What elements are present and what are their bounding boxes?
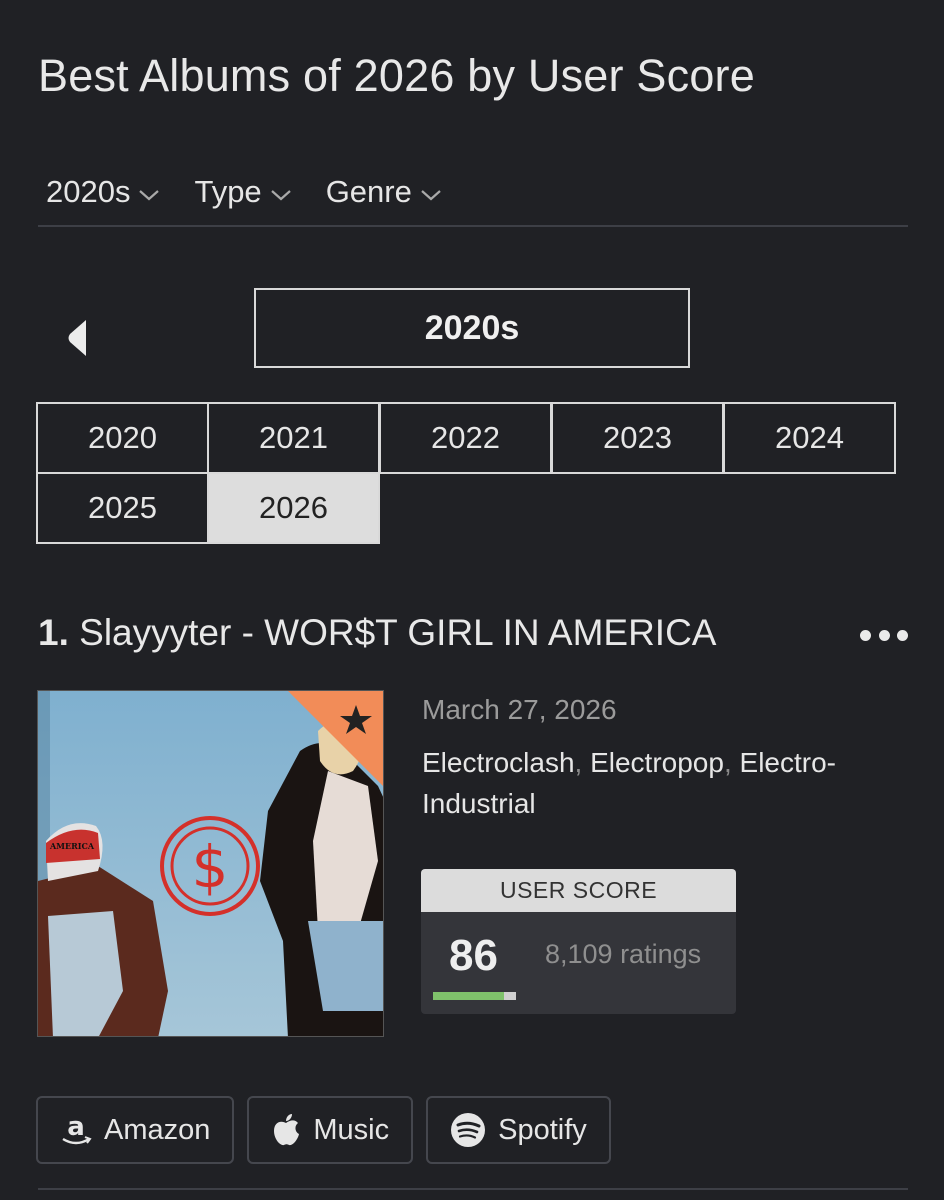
filter-decade-label: 2020s bbox=[46, 174, 131, 209]
amazon-label: Amazon bbox=[104, 1113, 211, 1146]
album-rank: 1. bbox=[38, 612, 69, 653]
filter-decade-dropdown[interactable]: 2020s bbox=[46, 170, 160, 214]
filter-genre-dropdown[interactable]: Genre bbox=[326, 170, 442, 214]
user-score-card[interactable]: USER SCORE 86 8,109 ratings bbox=[421, 869, 736, 1014]
streaming-links: a Amazon Music Spotify bbox=[36, 1096, 611, 1164]
amazon-button[interactable]: a Amazon bbox=[36, 1096, 235, 1164]
filter-bar: 2020s Type Genre bbox=[38, 170, 908, 227]
chevron-down-icon bbox=[421, 190, 441, 201]
svg-text:a: a bbox=[67, 1113, 85, 1142]
album-cover-art: AMERICA $ bbox=[38, 691, 383, 1036]
album-title-link[interactable]: 1. Slayyyter - WOR$T GIRL IN AMERICA bbox=[38, 612, 908, 654]
release-date: March 27, 2026 bbox=[422, 694, 617, 725]
filter-genre-label: Genre bbox=[325, 174, 412, 209]
year-2024[interactable]: 2024 bbox=[723, 402, 896, 474]
album-title: Slayyyter - WOR$T GIRL IN AMERICA bbox=[79, 612, 717, 653]
spotify-button[interactable]: Spotify bbox=[426, 1096, 611, 1164]
page-title: Best Albums of 2026 by User Score bbox=[38, 50, 755, 101]
album-cover-image[interactable]: AMERICA $ bbox=[37, 690, 384, 1037]
chevron-down-icon bbox=[270, 190, 291, 201]
more-horizontal-icon[interactable] bbox=[860, 622, 908, 648]
caret-left-icon[interactable] bbox=[62, 318, 92, 358]
filter-type-dropdown[interactable]: Type bbox=[194, 170, 291, 214]
year-2022[interactable]: 2022 bbox=[379, 402, 552, 474]
spotify-icon bbox=[451, 1113, 486, 1147]
cover-hat-text: AMERICA bbox=[49, 841, 95, 851]
apple-icon bbox=[274, 1114, 300, 1146]
cover-dollar-symbol: $ bbox=[192, 833, 229, 901]
genre-link[interactable]: Electroclash bbox=[422, 747, 575, 778]
spotify-label: Spotify bbox=[498, 1113, 587, 1146]
year-2025[interactable]: 2025 bbox=[36, 472, 209, 544]
score-bar-fill bbox=[433, 992, 505, 1000]
user-score-value: 86 bbox=[449, 931, 498, 980]
ratings-count: 8,109 ratings bbox=[545, 939, 702, 969]
decade-selector[interactable]: 2020s bbox=[254, 288, 690, 368]
year-2020[interactable]: 2020 bbox=[36, 402, 209, 474]
amazon-icon: a bbox=[62, 1113, 92, 1145]
page: Best Albums of 2026 by User Score 2020s … bbox=[0, 0, 944, 1200]
score-bar bbox=[433, 992, 516, 1000]
divider bbox=[38, 1188, 908, 1190]
apple-music-label: Music bbox=[313, 1113, 390, 1146]
year-2026-selected[interactable]: 2026 bbox=[207, 472, 380, 544]
genre-list: Electroclash, Electropop, Electro-Indust… bbox=[422, 747, 836, 819]
apple-music-button[interactable]: Music bbox=[247, 1096, 414, 1164]
year-2021[interactable]: 2021 bbox=[207, 402, 380, 474]
user-score-label: USER SCORE bbox=[421, 869, 736, 912]
genre-link[interactable]: Electropop bbox=[590, 747, 724, 778]
album-heading: 1. Slayyyter - WOR$T GIRL IN AMERICA bbox=[38, 612, 908, 662]
year-2023[interactable]: 2023 bbox=[551, 402, 724, 474]
chevron-down-icon bbox=[139, 190, 160, 201]
filter-type-label: Type bbox=[194, 174, 262, 209]
